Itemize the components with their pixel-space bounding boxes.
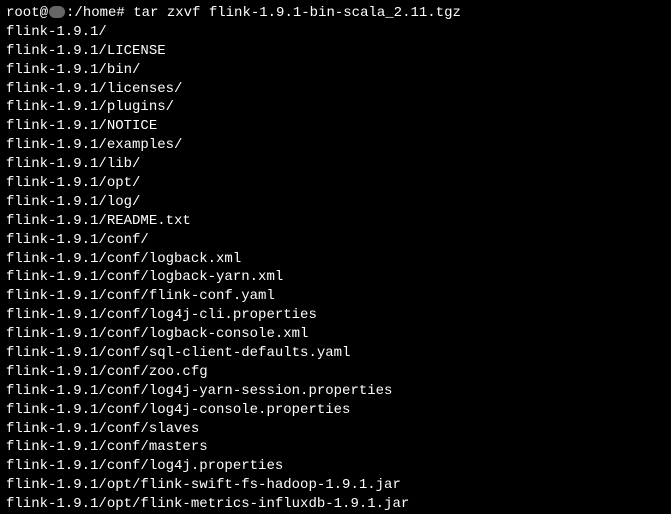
- output-line: flink-1.9.1/conf/logback-console.xml: [6, 325, 665, 344]
- output-line: flink-1.9.1/opt/: [6, 174, 665, 193]
- output-line: flink-1.9.1/conf/zoo.cfg: [6, 363, 665, 382]
- output-line: flink-1.9.1/LICENSE: [6, 42, 665, 61]
- command-text: tar zxvf flink-1.9.1-bin-scala_2.11.tgz: [133, 5, 461, 21]
- output-line: flink-1.9.1/lib/: [6, 155, 665, 174]
- output-line: flink-1.9.1/conf/: [6, 231, 665, 250]
- output-line: flink-1.9.1/conf/log4j-cli.properties: [6, 306, 665, 325]
- output-line: flink-1.9.1/conf/masters: [6, 438, 665, 457]
- output-line: flink-1.9.1/opt/flink-metrics-influxdb-1…: [6, 495, 665, 514]
- output-line: flink-1.9.1/log/: [6, 193, 665, 212]
- output-line: flink-1.9.1/conf/log4j-console.propertie…: [6, 401, 665, 420]
- redacted-host-icon: [49, 6, 65, 18]
- prompt-line[interactable]: root@ :/home# tar zxvf flink-1.9.1-bin-sc…: [6, 4, 665, 23]
- output-line: flink-1.9.1/README.txt: [6, 212, 665, 231]
- output-line: flink-1.9.1/licenses/: [6, 80, 665, 99]
- terminal-output: flink-1.9.1/flink-1.9.1/LICENSEflink-1.9…: [6, 23, 665, 514]
- output-line: flink-1.9.1/bin/: [6, 61, 665, 80]
- output-line: flink-1.9.1/conf/log4j.properties: [6, 457, 665, 476]
- output-line: flink-1.9.1/conf/logback.xml: [6, 250, 665, 269]
- output-line: flink-1.9.1/conf/logback-yarn.xml: [6, 268, 665, 287]
- output-line: flink-1.9.1/: [6, 23, 665, 42]
- output-line: flink-1.9.1/examples/: [6, 136, 665, 155]
- output-line: flink-1.9.1/conf/sql-client-defaults.yam…: [6, 344, 665, 363]
- output-line: flink-1.9.1/NOTICE: [6, 117, 665, 136]
- output-line: flink-1.9.1/plugins/: [6, 98, 665, 117]
- output-line: flink-1.9.1/conf/flink-conf.yaml: [6, 287, 665, 306]
- prompt-user: root@: [6, 5, 48, 21]
- output-line: flink-1.9.1/opt/flink-swift-fs-hadoop-1.…: [6, 476, 665, 495]
- output-line: flink-1.9.1/conf/log4j-yarn-session.prop…: [6, 382, 665, 401]
- prompt-path: :/home#: [66, 5, 125, 21]
- output-line: flink-1.9.1/conf/slaves: [6, 420, 665, 439]
